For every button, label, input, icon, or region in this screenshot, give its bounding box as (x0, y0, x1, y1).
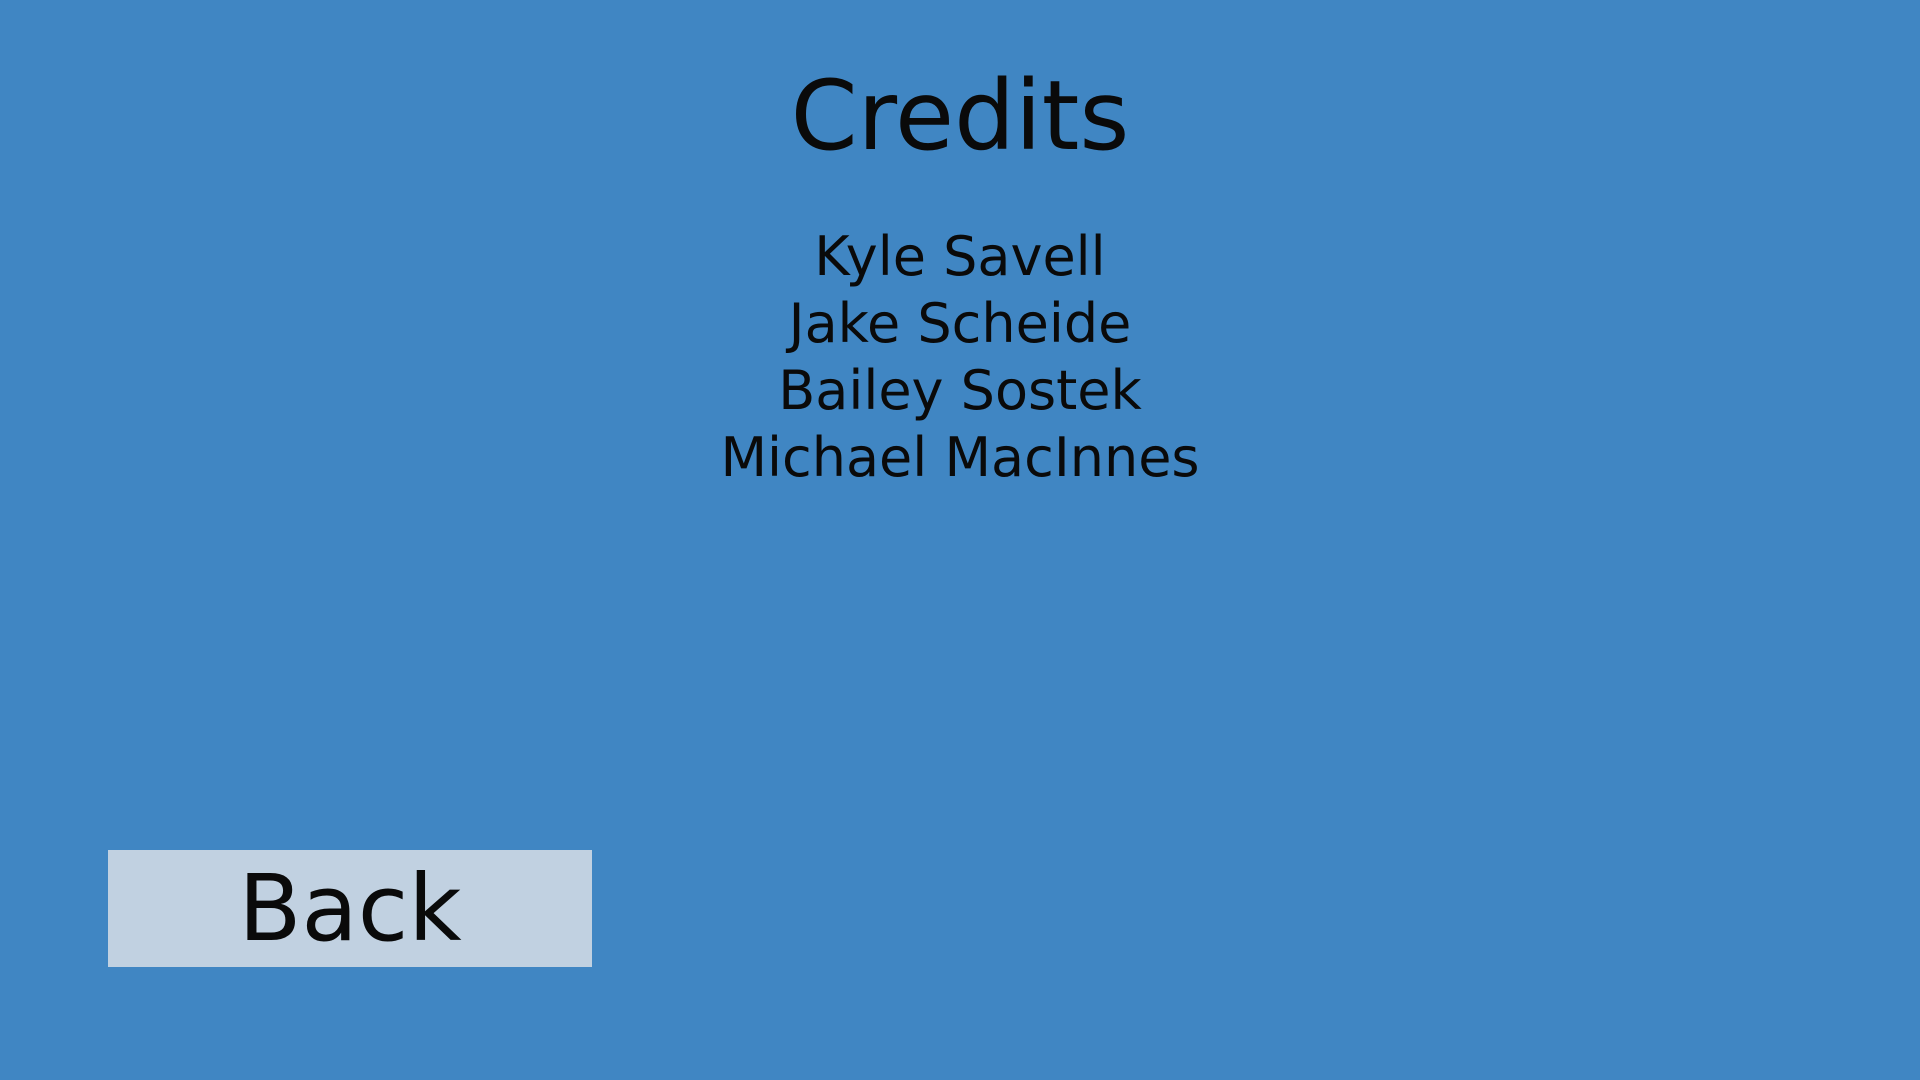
credits-screen: Credits Kyle Savell Jake Scheide Bailey … (0, 0, 1920, 1080)
back-button[interactable]: Back (108, 850, 592, 967)
credit-name: Bailey Sostek (778, 359, 1142, 422)
page-title: Credits (790, 60, 1130, 172)
credit-name: Michael MacInnes (720, 426, 1200, 489)
credits-list: Kyle Savell Jake Scheide Bailey Sostek M… (0, 223, 1920, 491)
credit-name: Jake Scheide (788, 292, 1132, 355)
credit-name: Kyle Savell (814, 225, 1106, 288)
